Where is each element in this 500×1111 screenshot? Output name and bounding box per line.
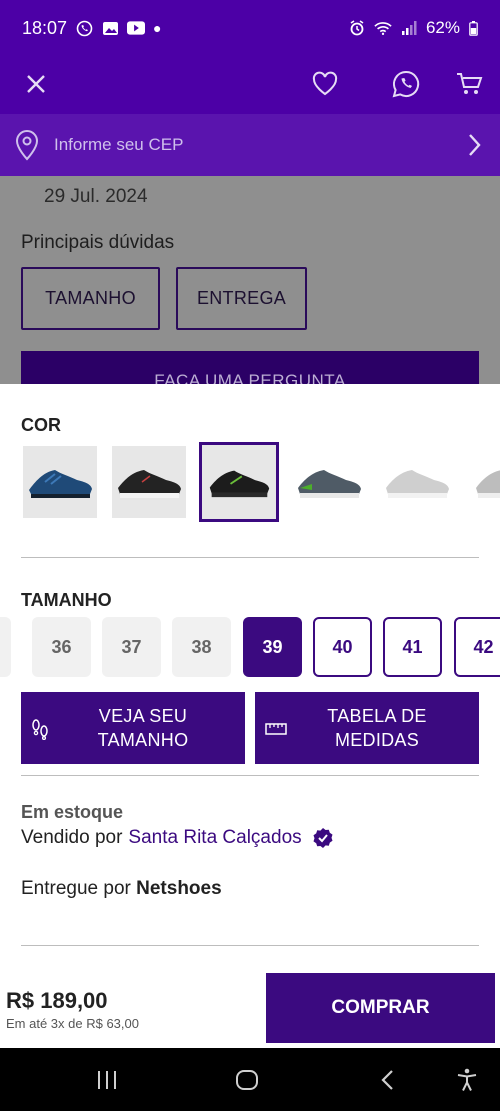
color-swatch-blue[interactable]	[23, 446, 97, 518]
home-icon	[236, 1070, 258, 1090]
size-option-40[interactable]: 40	[313, 617, 372, 677]
divider	[21, 557, 479, 558]
seller-link[interactable]: Santa Rita Calçados	[128, 827, 301, 849]
shoe-grey-green-image	[298, 470, 361, 498]
accessibility-icon	[457, 1068, 477, 1091]
divider	[21, 945, 479, 946]
buy-bar: R$ 189,00 Em até 3x de R$ 63,00 COMPRAR	[0, 960, 500, 1048]
youtube-notification-icon	[127, 20, 146, 36]
size-chart-button[interactable]: TABELA DE MEDIDAS	[255, 692, 479, 764]
size-section-title: TAMANHO	[21, 590, 112, 610]
whatsapp-icon	[392, 70, 420, 98]
divider	[21, 775, 479, 776]
product-price: R$ 189,00	[6, 988, 108, 1013]
question-chip-delivery: ENTREGA	[176, 267, 307, 330]
color-section-title: COR	[21, 415, 61, 435]
background-page-overlay: 29 Jul. 2024 Principais dúvidas TAMANHO …	[0, 176, 500, 386]
delivered-by-name: Netshoes	[136, 878, 222, 899]
chevron-right-icon	[469, 134, 481, 156]
size-option-39[interactable]: 39	[243, 617, 302, 677]
size-chart-label: TABELA DE MEDIDAS	[327, 706, 427, 750]
review-date: 29 Jul. 2024	[44, 186, 148, 207]
back-button[interactable]	[370, 1062, 406, 1098]
cep-bar[interactable]: Informe seu CEP	[0, 114, 500, 176]
shoe-light-grey-image	[386, 470, 449, 498]
verified-badge-icon	[313, 828, 333, 848]
signal-icon	[400, 20, 418, 36]
color-swatches	[0, 442, 500, 522]
back-icon	[381, 1070, 393, 1090]
delivered-by-line: Entregue por Netshoes	[21, 878, 222, 900]
sold-by-prefix: Vendido por	[21, 827, 123, 848]
cep-placeholder: Informe seu CEP	[54, 135, 184, 154]
app-header	[0, 56, 500, 114]
find-your-size-button[interactable]: VEJA SEU TAMANHO	[21, 692, 245, 764]
recent-apps-icon	[98, 1071, 116, 1089]
heart-icon	[312, 71, 338, 96]
color-swatch-grey-green[interactable]	[292, 446, 366, 518]
ask-question-button: FAÇA UMA PERGUNTA	[21, 351, 479, 386]
shoe-blue-image	[29, 470, 92, 498]
favorite-button[interactable]	[301, 60, 349, 108]
footprints-icon	[32, 719, 48, 740]
whatsapp-button[interactable]	[382, 60, 430, 108]
ruler-icon	[265, 723, 287, 735]
status-bar: 18:07 ● 62%	[0, 0, 500, 56]
stock-status: Em estoque	[21, 802, 124, 822]
shoe-grey-image	[476, 470, 500, 498]
battery-level: 62%	[425, 18, 460, 37]
accessibility-button[interactable]	[449, 1062, 485, 1098]
installments-text: Em até 3x de R$ 63,00	[6, 1016, 139, 1031]
delivered-by-prefix: Entregue por	[21, 878, 131, 899]
question-chip-size: TAMANHO	[21, 267, 160, 330]
questions-title: Principais dúvidas	[21, 232, 175, 253]
home-button[interactable]	[229, 1062, 265, 1098]
gallery-notification-icon	[101, 20, 119, 36]
whatsapp-notification-icon	[75, 20, 93, 36]
color-swatch-black-selected[interactable]	[199, 442, 279, 522]
color-swatch-light-grey[interactable]	[380, 446, 454, 518]
cart-icon	[457, 73, 483, 94]
size-option-41[interactable]: 41	[383, 617, 442, 677]
shoe-black-white-image	[118, 470, 181, 498]
find-your-size-label: VEJA SEU TAMANHO	[97, 706, 189, 750]
notification-dot-icon: ●	[153, 20, 162, 36]
color-swatch-grey-partial[interactable]	[470, 446, 500, 518]
size-option-38[interactable]: 38	[172, 617, 231, 677]
alarm-icon	[348, 20, 366, 36]
size-selector: 36 37 38 39 40 41 42	[0, 616, 500, 678]
close-button[interactable]	[12, 60, 60, 108]
buy-button[interactable]: COMPRAR	[266, 973, 495, 1043]
system-nav-bar	[0, 1048, 500, 1111]
size-option-partial	[0, 617, 11, 677]
status-time: 18:07	[22, 17, 68, 38]
shoe-black-green-image	[209, 470, 270, 498]
close-icon	[27, 75, 45, 93]
size-option-36[interactable]: 36	[32, 617, 91, 677]
sold-by-line: Vendido por Santa Rita Calçados	[21, 827, 334, 849]
cart-button[interactable]	[445, 60, 493, 108]
recent-apps-button[interactable]	[89, 1062, 125, 1098]
color-swatch-black-white[interactable]	[112, 446, 186, 518]
location-pin-icon	[15, 129, 39, 161]
size-option-37[interactable]: 37	[102, 617, 161, 677]
battery-icon	[468, 20, 478, 36]
wifi-icon	[374, 20, 392, 36]
size-option-42[interactable]: 42	[454, 617, 500, 677]
